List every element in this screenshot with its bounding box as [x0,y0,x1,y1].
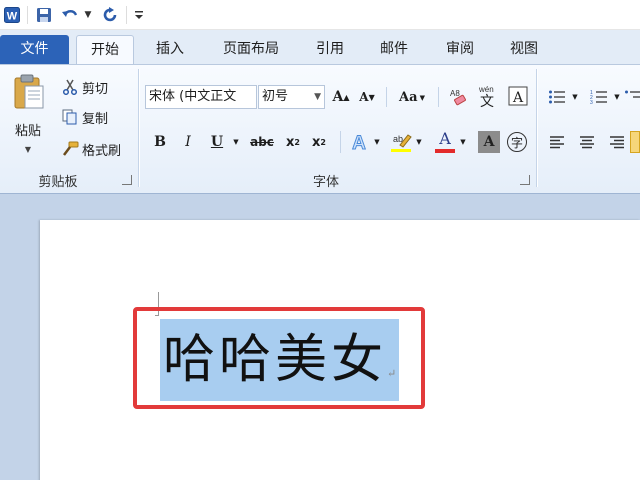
tab-review[interactable]: 审阅 [434,35,486,64]
font-name-select[interactable]: 宋体 (中文正文 [145,85,257,109]
italic-button[interactable]: I [178,131,198,153]
undo-dropdown-icon[interactable]: ▼ [82,5,94,25]
character-border-icon[interactable]: A [507,85,529,107]
font-launcher-icon[interactable] [520,175,530,185]
font-color-label: A [439,129,451,148]
enclose-characters-button[interactable]: 字 [504,129,530,155]
svg-text:A8: A8 [450,89,460,98]
highlight-icon[interactable]: ab [388,129,414,155]
font-color-swatch [435,149,455,153]
align-left-icon[interactable] [546,131,568,153]
tab-references[interactable]: 引用 [304,35,356,64]
customize-qat-icon[interactable] [132,5,146,25]
chevron-down-icon: ▼ [314,92,321,102]
align-right-icon[interactable] [606,131,628,153]
justify-button[interactable] [630,131,640,153]
font-name-value: 宋体 (中文正文 [149,89,237,104]
divider [438,87,439,107]
quick-access-toolbar: W ▼ [0,0,640,30]
superscript-marker: 2 [320,137,326,147]
group-separator [536,69,537,187]
divider [340,131,341,153]
tab-mailings[interactable]: 邮件 [368,35,420,64]
qat-divider [126,6,127,24]
ribbon-home: 粘贴 ▼ 剪切 复制 格式刷 剪贴板 宋体 (中文正文 初号 ▼ A ▲ A ▼ A… [0,64,640,194]
superscript-button[interactable]: x2 [308,131,330,153]
redo-icon[interactable] [100,5,120,25]
grow-arrow-icon: ▲ [343,92,350,102]
tab-home[interactable]: 开始 [76,35,134,65]
word-logo-icon[interactable]: W [3,5,21,25]
shrink-font-label: A [359,90,369,104]
tab-page-layout[interactable]: 页面布局 [210,35,292,64]
strikethrough-button[interactable]: abc [248,131,276,153]
font-color-dropdown-icon[interactable]: ▼ [458,135,468,149]
font-size-value: 初号 [262,89,289,104]
cut-icon[interactable] [60,77,80,97]
grow-font-label: A [332,89,344,105]
underline-dropdown-icon[interactable]: ▼ [230,135,242,149]
tab-file[interactable]: 文件 [0,35,69,64]
clipboard-launcher-icon[interactable] [122,175,132,185]
cut-button[interactable]: 剪切 [82,77,118,97]
multilevel-list-icon[interactable] [624,87,640,107]
highlight-dropdown-icon[interactable]: ▼ [414,135,424,149]
format-painter-icon[interactable] [60,139,80,159]
undo-icon[interactable] [60,5,80,25]
bullets-icon[interactable] [546,87,568,107]
text-effects-dropdown-icon[interactable]: ▼ [372,135,382,149]
svg-text:W: W [7,11,18,23]
tab-view[interactable]: 视图 [498,35,550,64]
underline-button[interactable]: U [206,131,228,153]
save-icon[interactable] [34,5,54,25]
align-center-icon[interactable] [576,131,598,153]
clipboard-group-label: 剪贴板 [38,175,78,190]
subscript-label: x [286,134,295,150]
svg-text:A: A [352,133,366,153]
bullets-dropdown-icon[interactable]: ▼ [570,91,580,103]
svg-text:3: 3 [590,100,593,105]
character-shading-button[interactable]: A [478,131,500,153]
group-separator [138,69,139,187]
paste-dropdown-icon[interactable]: ▼ [20,143,36,155]
change-case-label: Aa [399,89,418,105]
copy-icon[interactable] [60,107,80,127]
copy-button[interactable]: 复制 [82,107,118,127]
superscript-label: x [312,134,321,150]
text-effects-icon[interactable]: A [346,129,372,155]
svg-text:wén: wén [478,85,494,94]
divider [386,87,387,107]
paste-icon[interactable] [6,73,52,113]
change-case-button[interactable]: Aa ▼ [394,86,430,108]
subscript-button[interactable]: x2 [282,131,304,153]
font-group-label: 字体 [312,175,339,190]
shrink-font-button[interactable]: A ▼ [356,86,378,108]
numbering-icon[interactable]: 123 [588,87,610,107]
font-color-button[interactable]: A [432,129,458,155]
ribbon-tabs: 文件 开始 插入 页面布局 引用 邮件 审阅 视图 [0,30,640,65]
format-painter-button[interactable]: 格式刷 [82,139,132,159]
subscript-marker: 2 [294,137,300,147]
svg-text:文: 文 [480,94,494,108]
shrink-arrow-icon: ▼ [368,92,375,102]
svg-text:A: A [512,90,524,106]
paste-button[interactable]: 粘贴 [8,119,48,139]
qat-divider [27,6,28,24]
annotation-highlight-box [133,307,425,409]
clear-format-icon[interactable]: A8 [448,85,470,107]
grow-font-button[interactable]: A ▲ [330,86,352,108]
phonetic-guide-icon[interactable]: wén 文 [476,83,502,109]
chevron-down-icon: ▼ [419,92,425,102]
numbering-dropdown-icon[interactable]: ▼ [612,91,622,103]
tab-insert[interactable]: 插入 [142,35,198,64]
bold-button[interactable]: B [150,131,170,153]
font-size-select[interactable]: 初号 ▼ [258,85,325,109]
enclose-label: 字 [507,132,527,152]
